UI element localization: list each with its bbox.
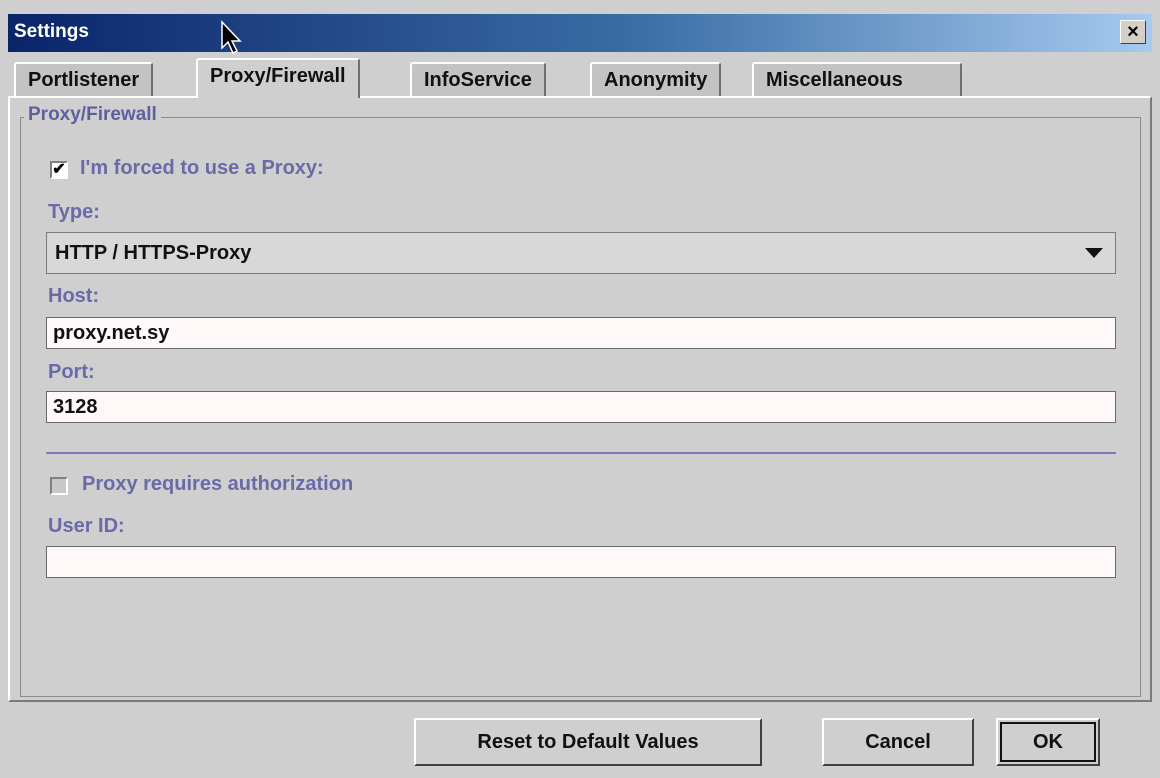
- group-legend: Proxy/Firewall: [24, 104, 161, 126]
- settings-dialog: Settings × Portlistener Proxy/Firewall I…: [0, 0, 1160, 778]
- mouse-pointer-icon: [221, 20, 242, 55]
- ok-button[interactable]: OK: [996, 718, 1100, 766]
- tab-portlistener[interactable]: Portlistener: [14, 62, 154, 96]
- user-id-input[interactable]: [46, 546, 1116, 578]
- forced-proxy-label[interactable]: I'm forced to use a Proxy:: [80, 157, 324, 180]
- window-title: Settings: [14, 21, 89, 42]
- auth-label[interactable]: Proxy requires authorization: [82, 473, 353, 496]
- proxy-type-value: HTTP / HTTPS-Proxy: [55, 242, 252, 264]
- port-input[interactable]: 3128: [46, 391, 1116, 423]
- dropdown-arrow-icon[interactable]: [1085, 248, 1103, 258]
- separator: [46, 452, 1116, 454]
- type-label: Type:: [48, 201, 100, 223]
- reset-defaults-button[interactable]: Reset to Default Values: [414, 718, 762, 766]
- tab-miscellaneous[interactable]: Miscellaneous: [752, 62, 962, 96]
- cancel-button[interactable]: Cancel: [822, 718, 974, 766]
- title-bar[interactable]: Settings ×: [8, 14, 1152, 52]
- user-id-label: User ID:: [48, 515, 125, 537]
- forced-proxy-checkbox[interactable]: ✔: [50, 161, 68, 179]
- tab-anonymity[interactable]: Anonymity: [590, 62, 722, 96]
- proxy-type-select[interactable]: HTTP / HTTPS-Proxy: [46, 232, 1116, 274]
- tab-proxy-firewall[interactable]: Proxy/Firewall: [196, 58, 360, 98]
- host-input[interactable]: proxy.net.sy: [46, 317, 1116, 349]
- close-button[interactable]: ×: [1120, 20, 1146, 44]
- auth-checkbox[interactable]: [50, 477, 68, 495]
- tab-infoservice[interactable]: InfoService: [410, 62, 546, 96]
- port-label: Port:: [48, 361, 95, 383]
- host-label: Host:: [48, 285, 100, 307]
